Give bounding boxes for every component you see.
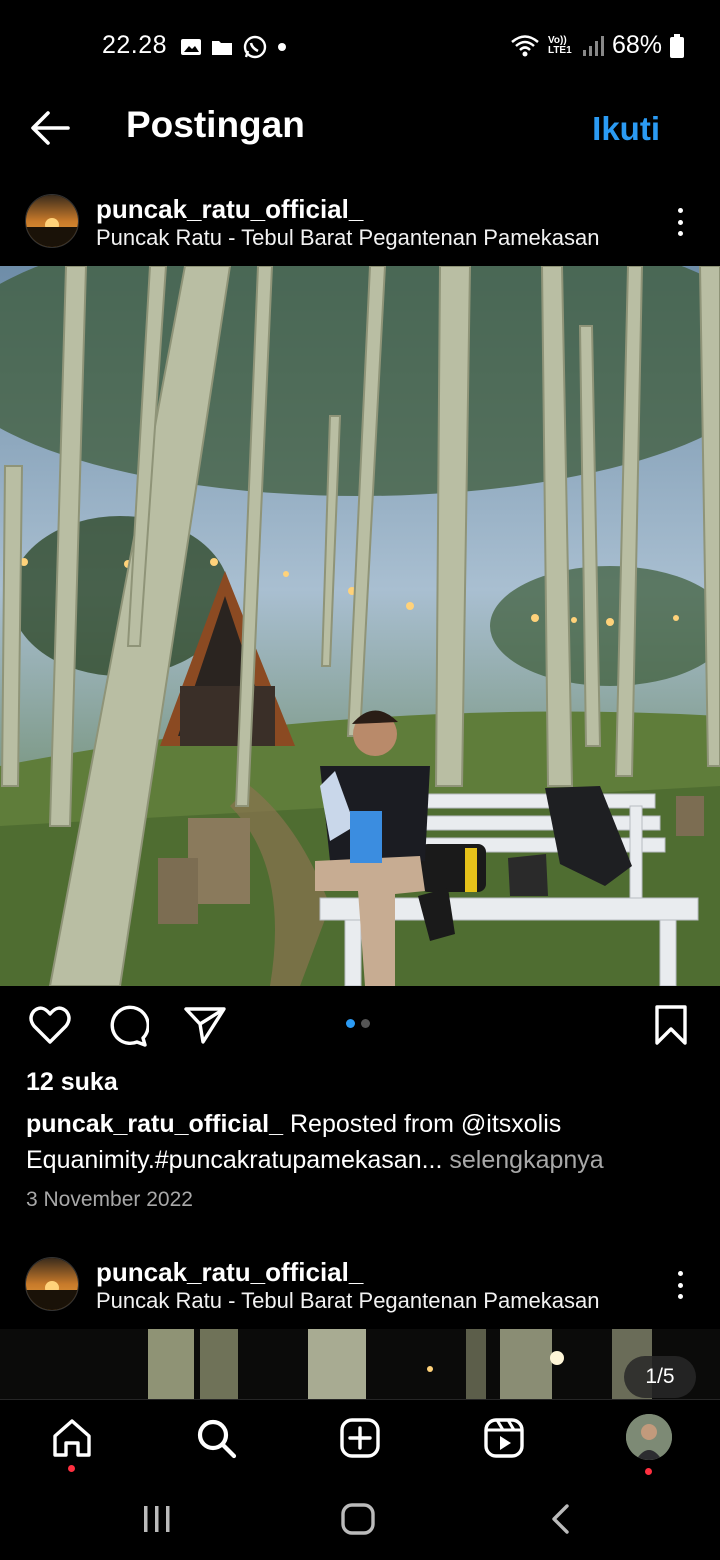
reels-icon[interactable] [482, 1416, 526, 1460]
volte-lte-icon: Vo)) LTE1 [547, 34, 572, 56]
carousel-dot [361, 1019, 370, 1028]
back-button-icon[interactable] [548, 1503, 572, 1535]
gallery-icon [181, 39, 201, 55]
wifi-icon [511, 34, 539, 56]
post2-username[interactable]: puncak_ratu_official_ [96, 1257, 363, 1288]
post2-photo[interactable] [0, 1329, 720, 1399]
bottom-nav [0, 1399, 720, 1482]
whatsapp-icon [243, 35, 267, 59]
home-icon[interactable] [50, 1416, 94, 1460]
comment-icon[interactable] [105, 1004, 149, 1048]
profile-avatar[interactable] [626, 1414, 672, 1460]
search-icon[interactable] [194, 1416, 238, 1460]
recent-apps-icon[interactable] [140, 1503, 174, 1535]
battery-level: 68% [611, 31, 662, 59]
home-button-icon[interactable] [340, 1502, 376, 1536]
more-options-icon[interactable] [668, 202, 692, 242]
carousel-counter: 1/5 [624, 1356, 696, 1398]
post-location[interactable]: Puncak Ratu - Tebul Barat Pegantenan Pam… [96, 225, 599, 251]
share-send-icon[interactable] [183, 1004, 227, 1046]
post-username[interactable]: puncak_ratu_official_ [96, 194, 363, 225]
post-photo[interactable] [0, 266, 720, 986]
post-avatar[interactable] [25, 194, 79, 248]
status-time: 22.28 [102, 31, 168, 59]
caption-text-line1: Reposted from @itsxolis [289, 1110, 562, 1138]
post2-more-options-icon[interactable] [668, 1265, 692, 1305]
post-caption: puncak_ratu_official_ Reposted from @its… [26, 1106, 706, 1178]
status-left-icons [180, 34, 287, 60]
status-bar: 22.28 Vo)) LTE1 68% [0, 0, 720, 92]
post-date: 3 November 2022 [26, 1188, 193, 1211]
carousel-indicator [346, 1019, 370, 1028]
see-more-link[interactable]: selengkapnya [449, 1146, 603, 1174]
follow-button[interactable]: Ikuti [592, 110, 660, 148]
battery-icon [670, 33, 684, 58]
like-count[interactable]: 12 suka [26, 1068, 118, 1097]
home-notification-dot [68, 1465, 75, 1472]
folder-icon [212, 41, 232, 55]
profile-notification-dot [645, 1468, 652, 1475]
status-right-icons: Vo)) LTE1 68% [510, 31, 684, 60]
system-navigation-bar [0, 1481, 720, 1560]
caption-text-line2: Equanimity.#puncakratupamekasan... [26, 1146, 443, 1174]
signal-icon [582, 35, 604, 56]
post2-avatar[interactable] [25, 1257, 79, 1311]
like-heart-icon[interactable] [28, 1004, 72, 1046]
create-post-icon[interactable] [338, 1416, 382, 1460]
back-arrow-icon[interactable] [28, 108, 72, 148]
page-title: Postingan [126, 104, 305, 145]
carousel-dot-active [346, 1019, 355, 1028]
caption-username[interactable]: puncak_ratu_official_ [26, 1110, 283, 1138]
post2-location[interactable]: Puncak Ratu - Tebul Barat Pegantenan Pam… [96, 1288, 599, 1314]
save-bookmark-icon[interactable] [653, 1004, 689, 1046]
dot-icon [278, 43, 286, 51]
